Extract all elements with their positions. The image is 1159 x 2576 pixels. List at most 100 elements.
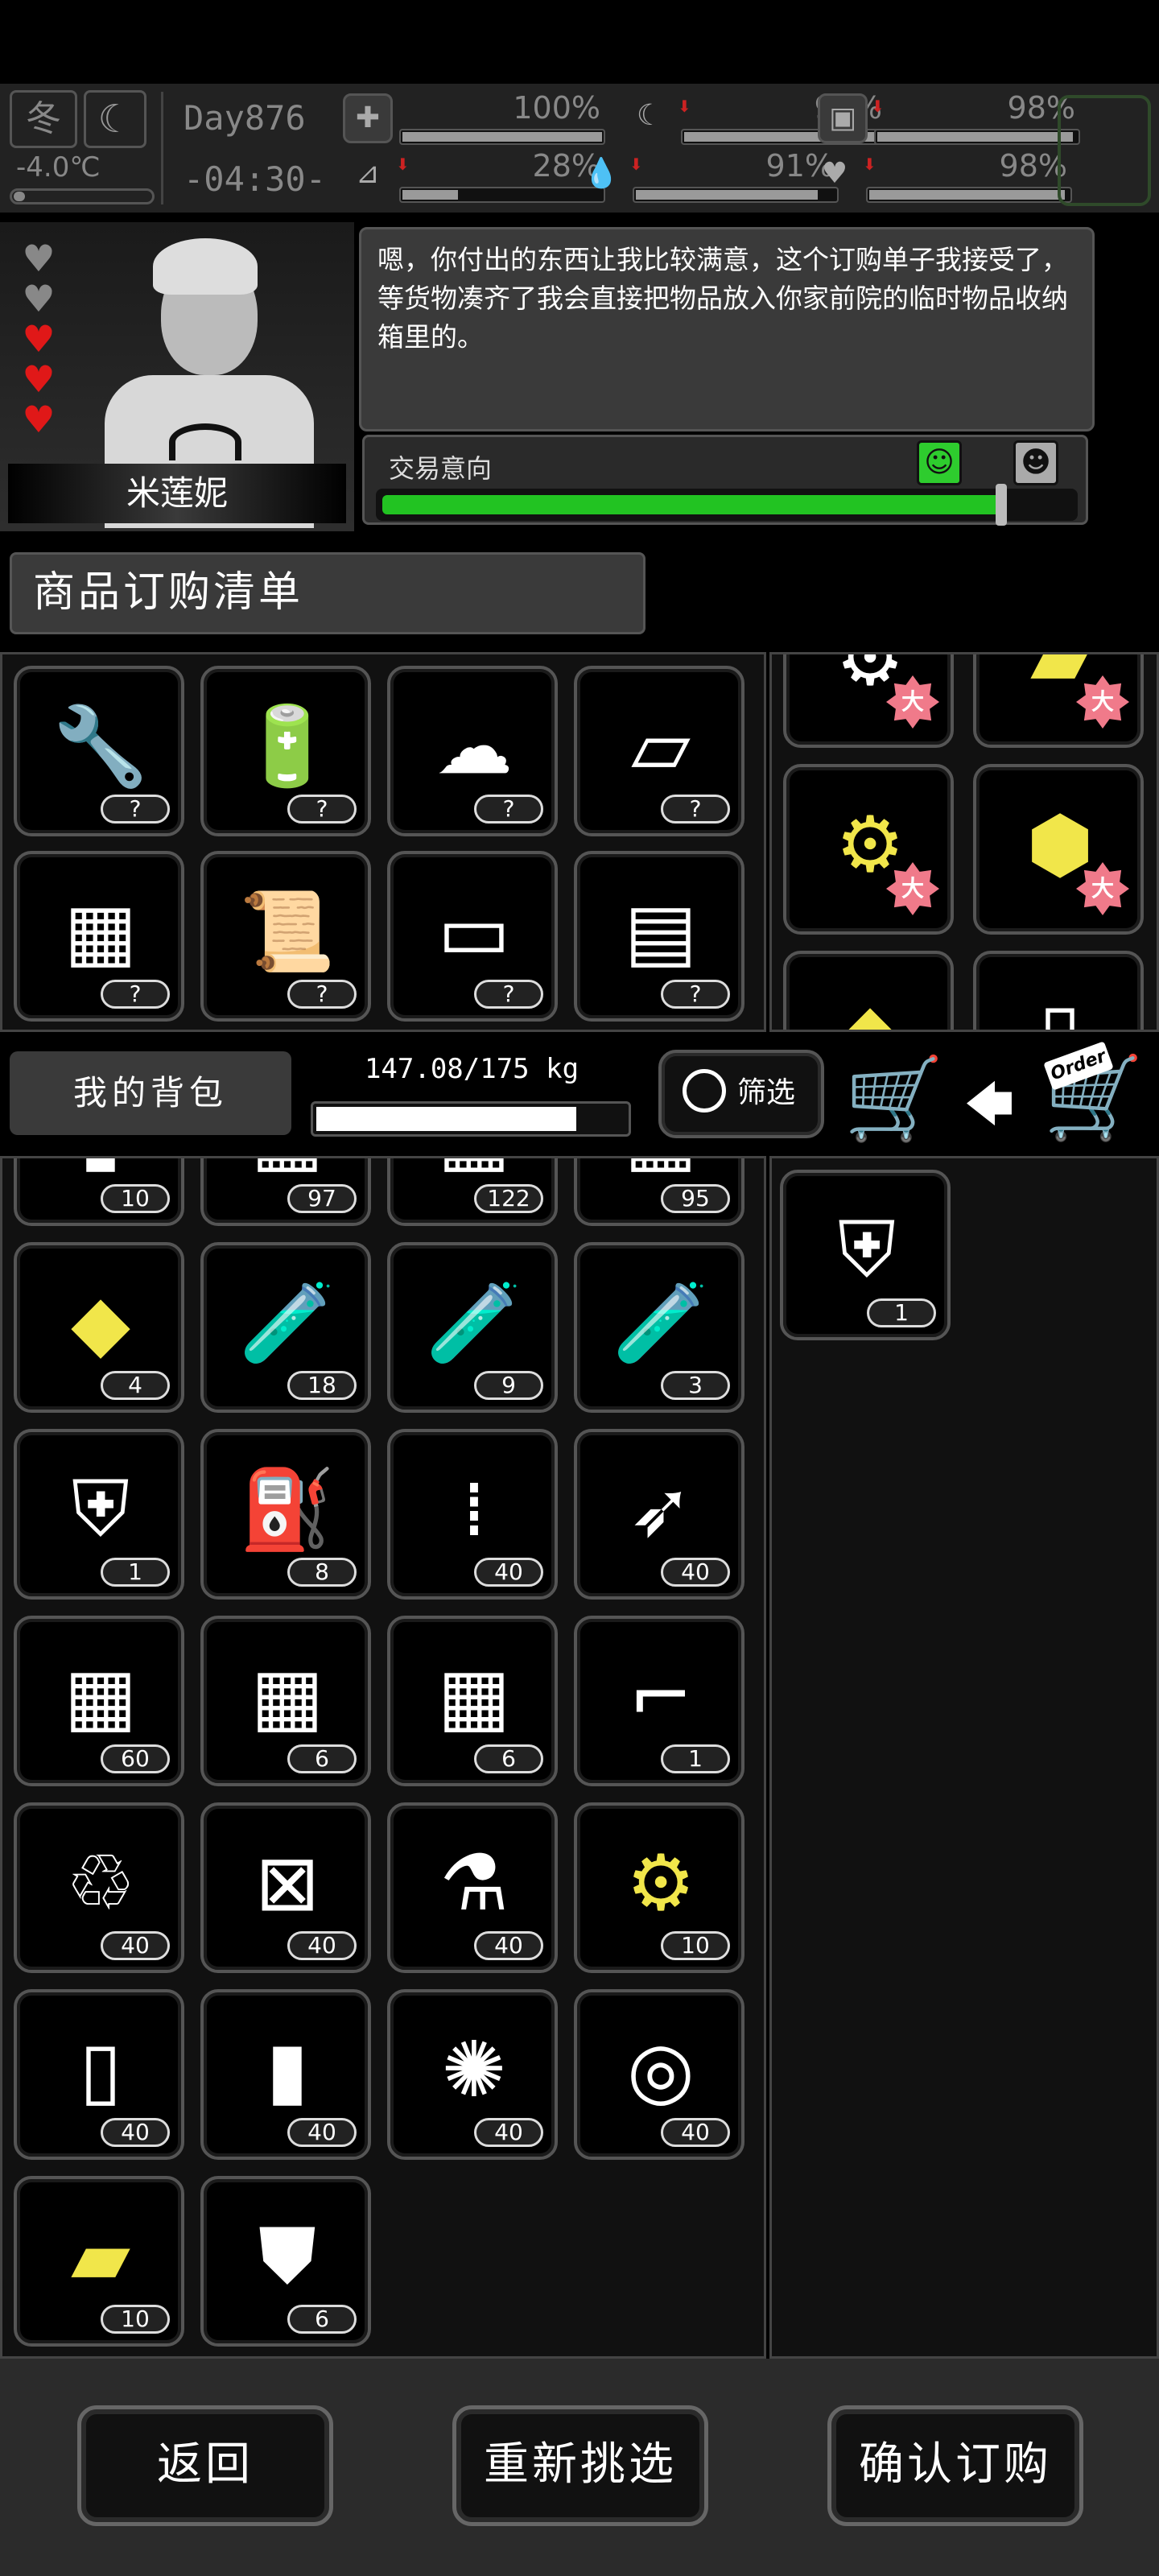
- rocket-icon: ➶: [628, 1464, 694, 1554]
- item-slot[interactable]: ➶ 40: [574, 1429, 744, 1600]
- item-count: 97: [287, 1184, 357, 1213]
- offered-items-grid[interactable]: ⛨ 1: [769, 1156, 1159, 2359]
- item-count: 8: [287, 1558, 357, 1587]
- flask-icon: ⚗: [439, 1838, 509, 1928]
- stat-bar-fill: [402, 132, 602, 142]
- pliers-tool-icon: 🔧: [52, 700, 149, 791]
- stat-bar: [399, 129, 605, 145]
- item-slot[interactable]: ▦ 6: [200, 1616, 371, 1786]
- payment-items-grid[interactable]: ⚙ 大 ▰ 大 ⚙ 大 ⬢ 大 ◆ ▯: [769, 652, 1159, 1032]
- backpack-tab[interactable]: 我的背包: [10, 1051, 291, 1135]
- item-slot[interactable]: 🔧?: [14, 666, 184, 836]
- crushed-bottles-icon: ♲: [65, 1838, 136, 1928]
- item-slot[interactable]: ◆ 4: [14, 1242, 184, 1413]
- item-slot[interactable]: ⁞ 40: [387, 1429, 558, 1600]
- affection-hearts: ♥ ♥ ♥ ♥ ♥: [14, 238, 63, 440]
- stat-bar: [874, 129, 1080, 145]
- backpack-items-grid[interactable]: ▮10▦97▦122▦95◆4🧪18🧪9🧪3⛨1⛽8⁞40➶40▦60▦6▦6⌐…: [0, 1156, 766, 2359]
- item-count: ?: [474, 795, 543, 824]
- item-slot[interactable]: ▯ 40: [14, 1989, 184, 2160]
- trade-intent-marker: [996, 484, 1007, 526]
- filter-label: 筛选: [737, 1076, 796, 1109]
- paper-roll-icon: 📜: [239, 886, 336, 976]
- item-slot[interactable]: 🧪 18: [200, 1242, 371, 1413]
- item-slot[interactable]: ▰ 10: [14, 2176, 184, 2347]
- moon-icon: ☾: [84, 90, 146, 148]
- item-count: 6: [474, 1744, 543, 1773]
- item-slot[interactable]: ⚙ 大: [783, 654, 954, 748]
- active-slot-frame[interactable]: [1058, 95, 1151, 206]
- clock-label: -04:30-: [184, 159, 327, 199]
- item-count: 4: [101, 1371, 170, 1400]
- item-slot[interactable]: ▦122: [387, 1158, 558, 1226]
- item-count: 1: [101, 1558, 170, 1587]
- large-size-badge: 大: [886, 675, 939, 729]
- item-slot[interactable]: 🔋?: [200, 666, 371, 836]
- item-slot[interactable]: ▦ 6: [387, 1616, 558, 1786]
- item-slot[interactable]: ⚗ 40: [387, 1802, 558, 1973]
- item-slot[interactable]: 🧪 9: [387, 1242, 558, 1413]
- item-count: ?: [287, 795, 357, 824]
- item-slot[interactable]: ◎ 40: [574, 1989, 744, 2160]
- item-slot[interactable]: ◆: [783, 951, 954, 1030]
- jerry-can-icon: ▯: [1038, 986, 1082, 1032]
- item-slot[interactable]: ▤?: [574, 851, 744, 1022]
- stat-bar: [399, 187, 605, 203]
- npc-name: 米莲妮: [8, 464, 346, 523]
- medkit-icon: ✚: [343, 93, 393, 143]
- temperature-label: -4.0℃: [16, 151, 101, 184]
- stat-leg: ⊿ ⬇ 28%: [343, 148, 617, 204]
- item-slot[interactable]: ✺ 40: [387, 1989, 558, 2160]
- item-slot[interactable]: ♲ 40: [14, 1802, 184, 1973]
- back-button[interactable]: 返回: [77, 2405, 333, 2526]
- item-slot[interactable]: ⛨ 1: [14, 1429, 184, 1600]
- riot-shield-icon: ⛊: [258, 2211, 316, 2301]
- down-arrow-icon: ⬇: [678, 97, 691, 116]
- weight-bar: [311, 1101, 631, 1137]
- item-slot[interactable]: ▭?: [387, 851, 558, 1022]
- gold-plate-icon: ▰: [71, 2211, 130, 2301]
- grin-face-icon: ☻: [1013, 440, 1058, 485]
- item-slot[interactable]: ▦ 60: [14, 1616, 184, 1786]
- item-slot[interactable]: ▰ 大: [973, 654, 1144, 748]
- reselect-button[interactable]: 重新挑选: [452, 2405, 708, 2526]
- item-slot[interactable]: ⬢ 大: [973, 764, 1144, 935]
- item-slot[interactable]: ▮10: [14, 1158, 184, 1226]
- item-slot[interactable]: ⊠ 40: [200, 1802, 371, 1973]
- item-slot[interactable]: ▮ 40: [200, 1989, 371, 2160]
- item-count: 10: [101, 1184, 170, 1213]
- cart-icon[interactable]: 🛒: [842, 1055, 947, 1143]
- filter-button[interactable]: 筛选: [658, 1050, 824, 1138]
- heart-icon: ♥: [22, 277, 56, 320]
- item-slot[interactable]: ▦97: [200, 1158, 371, 1226]
- item-slot[interactable]: ▦95: [574, 1158, 744, 1226]
- item-count: 40: [474, 1931, 543, 1960]
- item-slot[interactable]: ⚙ 10: [574, 1802, 744, 1973]
- item-count: 40: [101, 1931, 170, 1960]
- confirm-order-button[interactable]: 确认订购: [827, 2405, 1083, 2526]
- item-slot[interactable]: ⛽ 8: [200, 1429, 371, 1600]
- item-slot[interactable]: ▯: [973, 951, 1144, 1032]
- order-items-grid[interactable]: 🔧? 🔋? ☁? ▱? ▦? 📜? ▭? ▤?: [0, 652, 766, 1032]
- item-slot[interactable]: ⌐ 1: [574, 1616, 744, 1786]
- stomach-icon: ☾: [636, 99, 663, 132]
- item-count: 40: [661, 1558, 730, 1587]
- item-slot[interactable]: ▱?: [574, 666, 744, 836]
- leg-icon: ⊿: [355, 157, 381, 190]
- item-slot[interactable]: ⚙ 大: [783, 764, 954, 935]
- backpack-toolbar: 我的背包 147.08/175 kg 筛选 🛒 🡄 🛒 Order: [0, 1037, 1159, 1156]
- item-count: ?: [101, 795, 170, 824]
- item-slot[interactable]: ⛊ 6: [200, 2176, 371, 2347]
- item-slot[interactable]: ⛨ 1: [780, 1170, 951, 1340]
- item-slot[interactable]: ☁?: [387, 666, 558, 836]
- stat-stamina: ▣ ⬇ 98%: [818, 90, 1091, 147]
- item-slot[interactable]: 🧪 3: [574, 1242, 744, 1413]
- crate-special-icon: ▦: [437, 1651, 511, 1741]
- water-drop-icon: 💧: [583, 157, 620, 190]
- item-slot[interactable]: 📜?: [200, 851, 371, 1022]
- test-tube-vii-icon: 🧪: [239, 1277, 336, 1368]
- stat-bar-fill: [869, 190, 1065, 200]
- rifle-icon: ⌐: [628, 1651, 694, 1741]
- trade-intent-panel: 交易意向 ☺ ☻: [362, 435, 1088, 526]
- item-slot[interactable]: ▦?: [14, 851, 184, 1022]
